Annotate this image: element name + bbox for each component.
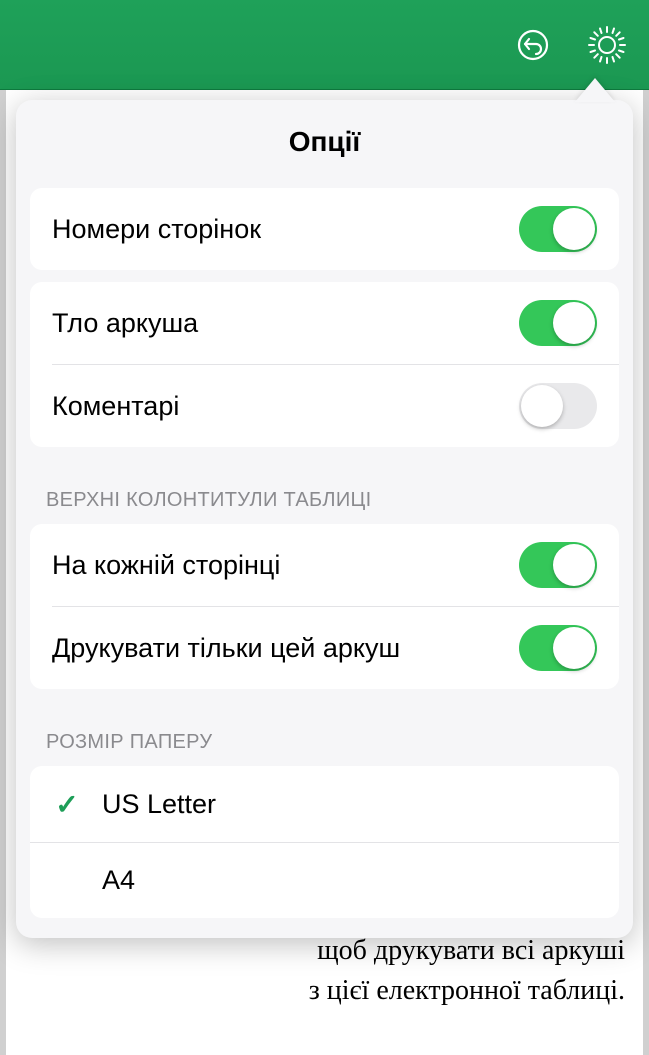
switch-every-page[interactable]: [519, 542, 597, 588]
switch-print-only-this-sheet[interactable]: [519, 625, 597, 671]
toolbar: [0, 0, 649, 90]
row-every-page[interactable]: На кожній сторінці: [30, 524, 619, 606]
section-table-headers: На кожній сторінці Друкувати тільки цей …: [30, 524, 619, 689]
label-us-letter: US Letter: [102, 789, 216, 820]
section-page-numbers: Номери сторінок: [30, 188, 619, 270]
label-every-page: На кожній сторінці: [52, 550, 280, 581]
undo-icon: [515, 27, 551, 63]
row-page-numbers[interactable]: Номери сторінок: [30, 188, 619, 270]
header-paper-size: РОЗМІР ПАПЕРУ: [16, 701, 633, 762]
options-popover: Опції Номери сторінок Тло аркуша Комента…: [16, 100, 633, 938]
popover-caret: [575, 78, 615, 102]
check-slot: ✓: [52, 788, 82, 821]
header-table-headers: ВЕРХНІ КОЛОНТИТУЛИ ТАБЛИЦІ: [16, 459, 633, 520]
label-print-only-this-sheet: Друкувати тільки цей аркуш: [52, 633, 400, 664]
gear-icon: [586, 24, 628, 66]
label-sheet-background: Тло аркуша: [52, 308, 198, 339]
row-comments[interactable]: Коментарі: [52, 364, 619, 447]
row-sheet-background[interactable]: Тло аркуша: [30, 282, 619, 364]
label-comments: Коментарі: [52, 391, 179, 422]
label-page-numbers: Номери сторінок: [52, 214, 261, 245]
popover-title: Опції: [16, 100, 633, 176]
switch-sheet-background[interactable]: [519, 300, 597, 346]
paper-option-us-letter[interactable]: ✓ US Letter: [30, 766, 619, 842]
label-a4: A4: [102, 865, 135, 896]
section-background-comments: Тло аркуша Коментарі: [30, 282, 619, 447]
paper-option-a4[interactable]: A4: [30, 842, 619, 918]
row-print-only-this-sheet[interactable]: Друкувати тільки цей аркуш: [52, 606, 619, 689]
checkmark-icon: ✓: [55, 788, 78, 821]
undo-button[interactable]: [511, 23, 555, 67]
switch-comments[interactable]: [519, 383, 597, 429]
switch-page-numbers[interactable]: [519, 206, 597, 252]
settings-button[interactable]: [585, 23, 629, 67]
callout-line-3: з цієї електронної таблиці.: [0, 971, 625, 1012]
section-paper-size: ✓ US Letter A4: [30, 766, 619, 918]
